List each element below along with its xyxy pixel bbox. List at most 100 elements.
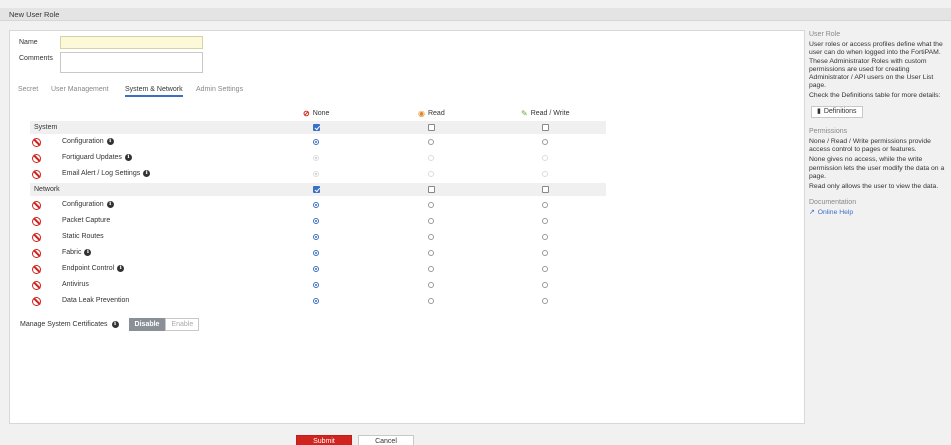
radio-read[interactable] [428,250,434,256]
info-icon[interactable]: i [84,249,92,256]
no-access-icon [32,233,41,242]
radio-read [428,171,434,177]
row-label: Fabric i [62,249,92,256]
enable-button[interactable]: Enable [165,318,200,331]
permissions-heading: Permissions [809,127,848,135]
no-access-icon [32,281,41,290]
no-access-icon [32,201,41,210]
info-icon[interactable]: i [111,321,119,328]
network-read-checkbox[interactable] [428,186,435,193]
radio-read-write[interactable] [542,298,548,304]
tab-system-network[interactable]: System & Network [125,86,183,97]
radio-read-write[interactable] [542,250,548,256]
radio-read-write[interactable] [542,218,548,224]
disable-button[interactable]: Disable [128,318,166,331]
radio-none[interactable] [313,266,319,272]
column-read-label: Read [427,110,445,117]
radio-read[interactable] [428,298,434,304]
row-label: Configuration i [62,201,114,208]
certificates-toggle: Disable Enable [128,318,200,331]
radio-none[interactable] [313,298,319,304]
tab-secret[interactable]: Secret [18,86,38,93]
book-icon: ▮ [817,107,821,115]
manage-certificates-row: Manage System Certificates i Disable Ena… [20,318,200,331]
radio-none[interactable] [313,250,319,256]
radio-read-write[interactable] [542,234,548,240]
radio-read-write[interactable] [542,266,548,272]
no-access-icon [32,170,41,179]
no-entry-icon: ⊘ [303,109,310,118]
info-icon[interactable]: i [106,201,114,208]
row-label: Data Leak Prevention [62,297,130,304]
radio-none[interactable] [313,282,319,288]
network-read-write-checkbox[interactable] [542,186,549,193]
radio-none[interactable] [313,202,319,208]
row-label: Configuration i [62,138,114,145]
permissions-text-2: None gives no access, while the write pe… [809,156,945,180]
radio-read-write [542,171,548,177]
radio-read[interactable] [428,202,434,208]
definitions-text: Check the Definitions table for more det… [809,92,941,100]
name-label: Name [19,39,38,46]
permissions-text-3: Read only allows the user to view the da… [809,183,939,191]
no-access-icon [32,249,41,258]
column-read-write-label: Read / Write [530,110,570,117]
comments-label: Comments [19,55,53,62]
radio-read[interactable] [428,218,434,224]
radio-read-write[interactable] [542,282,548,288]
comments-textarea[interactable] [60,52,203,73]
row-label: Fortiguard Updates i [62,154,132,161]
external-link-icon: ↗ [809,209,815,217]
radio-read[interactable] [428,139,434,145]
documentation-heading: Documentation [809,199,857,207]
tab-user-management[interactable]: User Management [51,86,109,93]
info-icon[interactable]: i [106,138,114,145]
user-role-heading: User Role [809,31,841,38]
cancel-button[interactable]: Cancel [358,435,414,445]
definitions-button[interactable]: ▮ Definitions [811,105,863,118]
radio-read[interactable] [428,282,434,288]
info-icon[interactable]: i [143,170,151,177]
row-label: Antivirus [62,281,89,288]
info-icon[interactable]: i [117,265,125,272]
user-role-text: User roles or access profiles define wha… [809,41,943,90]
system-read-checkbox[interactable] [428,124,435,131]
system-none-checkbox[interactable] [313,124,320,131]
radio-read-write[interactable] [542,139,548,145]
no-access-icon [32,265,41,274]
row-label: Static Routes [62,233,104,240]
name-input[interactable] [60,36,203,49]
column-read: ◉ Read [418,109,445,118]
radio-none [313,155,319,161]
permissions-text-1: None / Read / Write permissions provide … [809,138,931,154]
definitions-button-label: Definitions [823,107,857,115]
radio-read-write[interactable] [542,202,548,208]
radio-none[interactable] [313,234,319,240]
row-label: Endpoint Control i [62,265,125,272]
row-label: Email Alert / Log Settings i [62,170,151,177]
radio-none[interactable] [313,218,319,224]
no-access-icon [32,297,41,306]
no-access-icon [32,138,41,147]
manage-certificates-label: Manage System Certificates [20,321,108,328]
radio-read-write [542,155,548,161]
info-icon[interactable]: i [124,154,132,161]
radio-read[interactable] [428,234,434,240]
eye-icon: ◉ [418,109,425,118]
radio-none[interactable] [313,139,319,145]
no-access-icon [32,217,41,226]
tab-admin-settings[interactable]: Admin Settings [196,86,243,93]
submit-button[interactable]: Submit [296,435,352,445]
network-none-checkbox[interactable] [313,186,320,193]
page-title: New User Role [9,10,60,19]
row-label: Packet Capture [62,217,111,224]
radio-read[interactable] [428,266,434,272]
column-read-write: ✎ Read / Write [521,109,569,118]
system-read-write-checkbox[interactable] [542,124,549,131]
column-none: ⊘ None [303,109,329,118]
section-label: System [34,124,58,131]
radio-read [428,155,434,161]
online-help-link[interactable]: ↗ Online Help [809,209,949,217]
online-help-label: Online Help [817,209,854,217]
help-sidebar: User Role User roles or access profiles … [809,31,949,218]
